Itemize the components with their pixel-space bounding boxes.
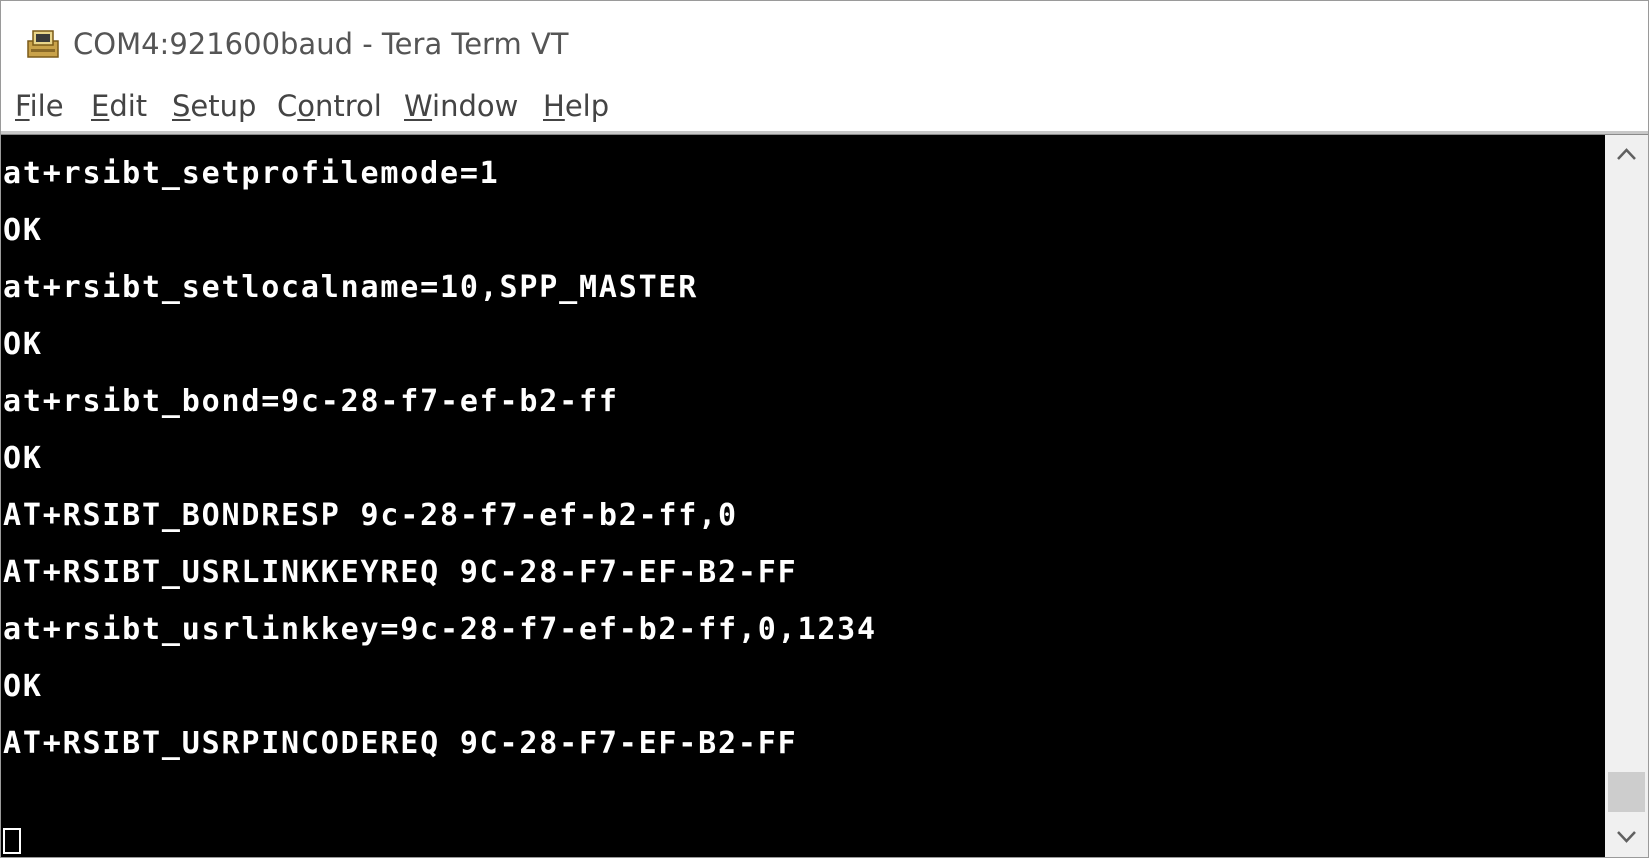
- minimize-button[interactable]: [1306, 13, 1406, 75]
- terminal-line: at+rsibt_setlocalname=10,SPP_MASTER: [3, 270, 699, 305]
- close-icon: [1536, 13, 1636, 75]
- terminal-line: at+rsibt_bond=9c-28-f7-ef-b2-ff: [3, 384, 619, 419]
- menu-control[interactable]: Control: [277, 89, 382, 123]
- minimize-icon: [1306, 13, 1406, 75]
- vertical-scrollbar[interactable]: [1605, 135, 1648, 857]
- scroll-up-button[interactable]: [1605, 135, 1648, 175]
- tera-term-app-icon[interactable]: [27, 29, 61, 59]
- terminal-line: OK: [3, 669, 43, 704]
- maximize-icon: [1421, 13, 1521, 75]
- menu-window[interactable]: Window: [404, 89, 518, 123]
- terminal-line: OK: [3, 327, 43, 362]
- terminal-line: OK: [3, 213, 43, 248]
- menu-setup[interactable]: Setup: [172, 89, 256, 123]
- scroll-thumb[interactable]: [1608, 772, 1645, 812]
- menu-edit[interactable]: Edit: [91, 89, 147, 123]
- scroll-down-button[interactable]: [1605, 817, 1648, 857]
- title-bar[interactable]: COM4:921600baud - Tera Term VT: [1, 1, 1648, 91]
- terminal-line: at+rsibt_setprofilemode=1: [3, 156, 500, 191]
- terminal-line: at+rsibt_usrlinkkey=9c-28-f7-ef-b2-ff,0,…: [3, 612, 877, 647]
- close-button[interactable]: [1536, 13, 1636, 75]
- tera-term-window: COM4:921600baud - Tera Term VT File Edit…: [0, 0, 1649, 858]
- chevron-down-icon: [1617, 831, 1636, 843]
- menu-file[interactable]: File: [15, 89, 64, 123]
- window-title: COM4:921600baud - Tera Term VT: [73, 27, 569, 61]
- terminal-line: AT+RSIBT_USRLINKKEYREQ 9C-28-F7-EF-B2-FF: [3, 555, 798, 590]
- terminal-line: AT+RSIBT_BONDRESP 9c-28-f7-ef-b2-ff,0: [3, 498, 738, 533]
- menu-bar: File Edit Setup Control Window Help: [1, 85, 1648, 131]
- chevron-up-icon: [1617, 148, 1636, 160]
- terminal-line: AT+RSIBT_USRPINCODEREQ 9C-28-F7-EF-B2-FF: [3, 726, 798, 761]
- maximize-button[interactable]: [1421, 13, 1521, 75]
- terminal-cursor: [3, 828, 21, 854]
- terminal-line: OK: [3, 441, 43, 476]
- terminal-screen[interactable]: at+rsibt_setprofilemode=1 OK at+rsibt_se…: [1, 135, 1605, 857]
- menu-help[interactable]: Help: [543, 89, 609, 123]
